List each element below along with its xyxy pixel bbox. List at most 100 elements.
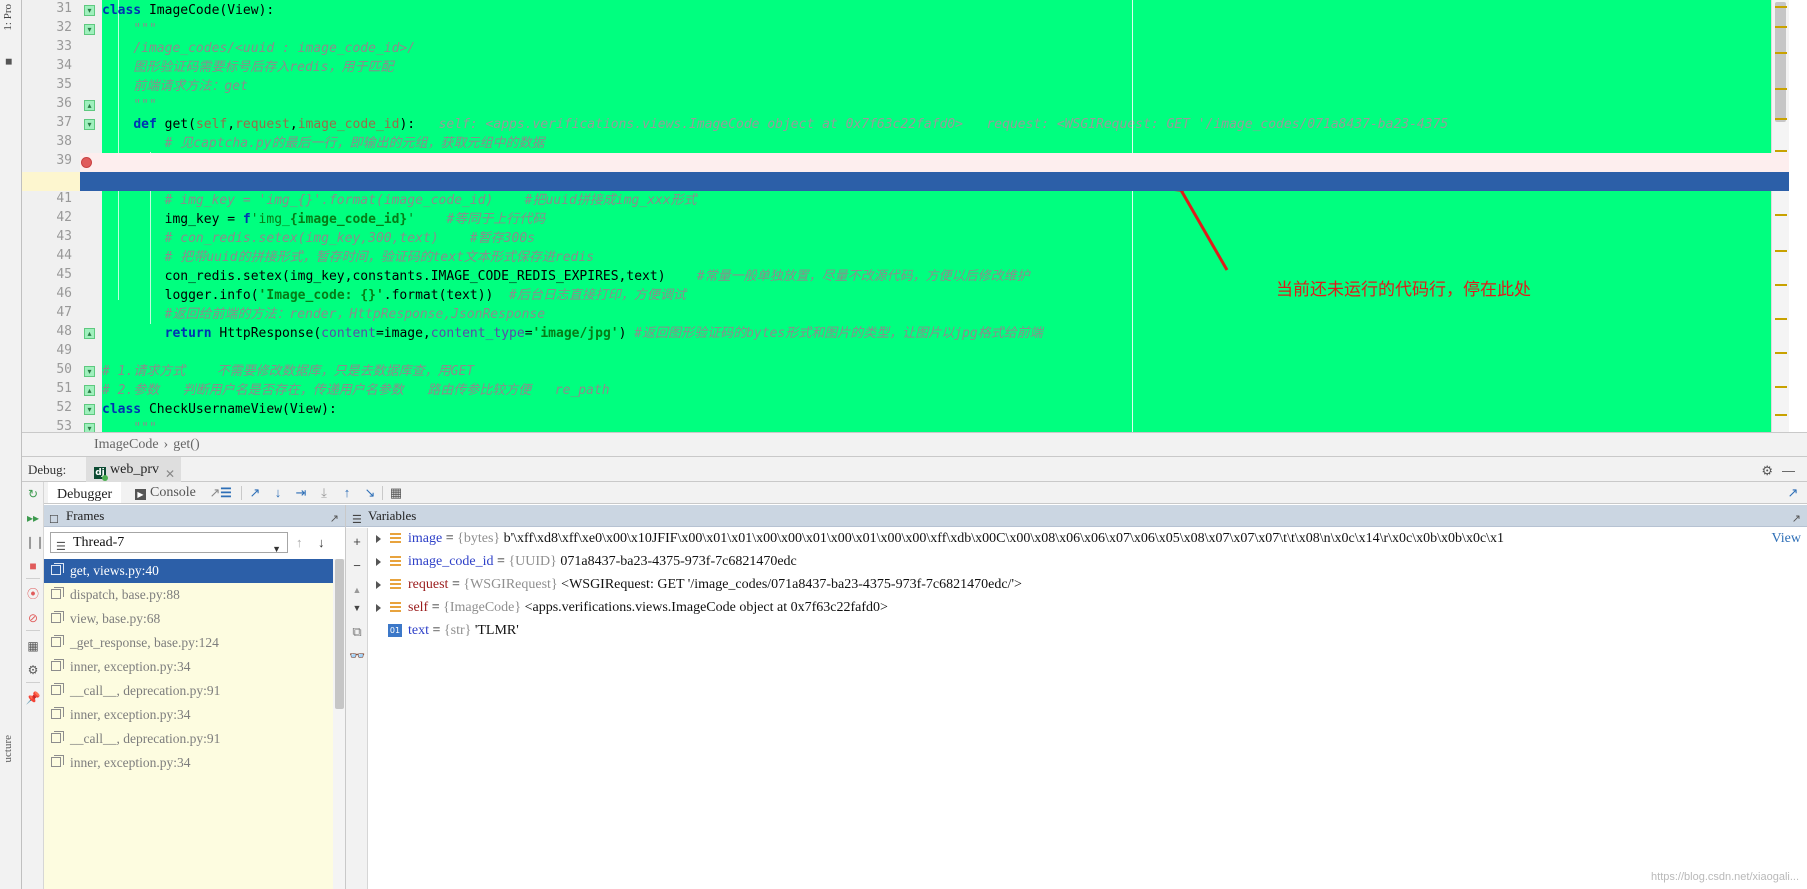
layout-icon[interactable]: ▦ bbox=[25, 638, 41, 654]
view-breakpoints-icon[interactable]: ⦿ bbox=[25, 586, 41, 602]
frame-list-item-label: get, views.py:40 bbox=[70, 563, 159, 578]
breadcrumb[interactable]: ImageCode › get() bbox=[22, 432, 1807, 456]
minimize-icon[interactable]: — bbox=[1782, 463, 1795, 478]
frame-list-item[interactable]: dispatch, base.py:88 bbox=[44, 583, 333, 607]
pin-icon[interactable]: 📌 bbox=[25, 690, 41, 706]
expand-arrow-icon[interactable] bbox=[376, 581, 381, 589]
frames-scrollbar[interactable] bbox=[333, 559, 345, 889]
show-execution-point-icon[interactable]: ↗ bbox=[247, 485, 263, 501]
evaluate-expression-icon[interactable]: ▦ bbox=[388, 485, 404, 501]
expand-arrow-icon[interactable] bbox=[376, 535, 381, 543]
code-editor[interactable]: 3132333435363738394041424344454647484950… bbox=[22, 0, 1789, 432]
pause-program-icon[interactable]: ❙❙ bbox=[25, 534, 45, 550]
frame-list-item[interactable]: view, base.py:68 bbox=[44, 607, 333, 631]
code-line[interactable]: """ bbox=[102, 419, 156, 432]
watermark: https://blog.csdn.net/xiaogali... bbox=[1651, 871, 1799, 883]
fold-toggle-icon[interactable]: ▾ bbox=[84, 404, 95, 415]
stop-icon[interactable]: ■ bbox=[25, 558, 41, 574]
fold-toggle-icon[interactable]: ▾ bbox=[84, 366, 95, 377]
code-line[interactable]: # con_redis.setex(img_key,300,text) #暂存3… bbox=[102, 229, 535, 248]
expand-arrow-icon[interactable] bbox=[376, 604, 381, 612]
move-up-icon[interactable]: ▲ bbox=[349, 582, 365, 598]
editor-scrollbar-thumb[interactable] bbox=[1775, 2, 1786, 122]
thread-icon: ☰ bbox=[56, 541, 66, 553]
expand-debugger-icon[interactable]: ↗ bbox=[1785, 485, 1801, 501]
step-over-icon[interactable]: ↓ bbox=[270, 485, 286, 501]
debug-session-tab[interactable]: dj web_prv ✕ bbox=[86, 457, 181, 482]
expand-arrow-icon[interactable] bbox=[376, 558, 381, 566]
step-out-icon[interactable]: ↑ bbox=[339, 485, 355, 501]
fold-toggle-icon[interactable]: ▴ bbox=[84, 100, 95, 111]
fold-toggle-icon[interactable]: ▴ bbox=[84, 328, 95, 339]
frame-list-item[interactable]: __call__, deprecation.py:91 bbox=[44, 679, 333, 703]
gear-icon[interactable]: ⚙ bbox=[1761, 463, 1773, 479]
variable-row[interactable]: image = {bytes} b'\xff\xd8\xff\xe0\x00\x… bbox=[368, 527, 1807, 550]
code-line[interactable]: class ImageCode(View): bbox=[102, 1, 274, 20]
variable-row[interactable]: image_code_id = {UUID} 071a8437-ba23-437… bbox=[368, 550, 1807, 573]
rerun-icon[interactable]: ↻ bbox=[25, 486, 41, 502]
frame-list-item[interactable]: inner, exception.py:34 bbox=[44, 751, 333, 775]
frames-list[interactable]: get, views.py:40 dispatch, base.py:88 view… bbox=[44, 559, 333, 889]
fold-toggle-icon[interactable]: ▾ bbox=[84, 5, 95, 16]
fold-toggle-icon[interactable]: ▾ bbox=[84, 24, 95, 35]
thread-select[interactable]: ☰ Thread-7 ▼ bbox=[50, 532, 288, 554]
code-line[interactable]: """ bbox=[102, 20, 156, 39]
variable-row[interactable]: self = {ImageCode} <apps.verifications.v… bbox=[368, 596, 1807, 619]
frame-list-item[interactable]: get, views.py:40 bbox=[44, 559, 333, 583]
view-link[interactable]: View bbox=[1772, 527, 1801, 550]
remove-watch-icon[interactable]: − bbox=[349, 558, 365, 574]
chevron-down-icon[interactable]: ▼ bbox=[272, 539, 281, 559]
mute-breakpoints-icon[interactable]: ☰ bbox=[218, 485, 234, 501]
settings-icon[interactable]: ⚙ bbox=[25, 662, 41, 678]
tab-console[interactable]: ▶ Console bbox=[126, 482, 205, 503]
code-line[interactable]: 图形验证码需要标号后存入redis，用于匹配 bbox=[102, 58, 393, 77]
frames-scrollbar-thumb[interactable] bbox=[335, 559, 344, 709]
code-line[interactable]: 前端请求方法：get bbox=[102, 77, 247, 96]
add-watch-icon[interactable]: + bbox=[349, 534, 365, 550]
code-line[interactable]: def get(self,request,image_code_id): sel… bbox=[102, 115, 1448, 134]
fold-toggle-icon[interactable]: ▾ bbox=[84, 423, 95, 432]
frame-list-item[interactable]: inner, exception.py:34 bbox=[44, 655, 333, 679]
inspect-icon[interactable]: 👓 bbox=[349, 648, 365, 664]
code-line[interactable]: con_redis.setex(img_key,constants.IMAGE_… bbox=[102, 267, 1030, 286]
fold-toggle-icon[interactable]: ▴ bbox=[84, 385, 95, 396]
variable-row[interactable]: request = {WSGIRequest} <WSGIRequest: GE… bbox=[368, 573, 1807, 596]
variable-row[interactable]: 01 text = {str} 'TLMR' bbox=[368, 619, 1807, 642]
copy-icon[interactable]: ⧉ bbox=[349, 624, 365, 640]
tab-debugger[interactable]: Debugger bbox=[48, 482, 122, 503]
code-line[interactable]: # 把带uuid的拼接形式，暂存时间，验证码的text文本形式保存进redis bbox=[102, 248, 594, 267]
breakpoint-icon[interactable] bbox=[81, 157, 92, 168]
force-step-into-icon[interactable]: ⤓ bbox=[316, 485, 332, 501]
code-line[interactable]: logger.info('Image_code: {}'.format(text… bbox=[102, 286, 686, 305]
move-down-icon[interactable]: ▼ bbox=[349, 600, 365, 616]
mute-breakpoints-icon[interactable]: ⊘ bbox=[25, 610, 41, 626]
editor-vertical-scrollbar[interactable] bbox=[1771, 0, 1789, 432]
code-line[interactable]: # 1.请求方式 不需要修改数据库，只是去数据库查，用GET bbox=[102, 362, 474, 381]
sidebar-tab-structure[interactable]: ucture bbox=[2, 735, 14, 762]
code-line[interactable]: /image_codes/<uuid : image_code_id>/ bbox=[102, 39, 415, 58]
code-line[interactable]: """ bbox=[102, 96, 156, 115]
code-line[interactable]: class CheckUsernameView(View): bbox=[102, 400, 337, 419]
code-line[interactable]: #返回给前端的方法：render，HttpResponse,JsonRespon… bbox=[102, 305, 545, 324]
frame-up-icon[interactable]: ↑ bbox=[296, 535, 303, 550]
run-to-cursor-icon[interactable]: ↘ bbox=[362, 485, 378, 501]
frame-list-item[interactable]: inner, exception.py:34 bbox=[44, 703, 333, 727]
code-line[interactable]: # 见captcha.py的最后一行，即输出的元组，获取元组中的数据 bbox=[102, 134, 545, 153]
breadcrumb-item-method[interactable]: get() bbox=[173, 437, 199, 452]
breadcrumb-item-class[interactable]: ImageCode bbox=[94, 437, 159, 452]
frame-down-icon[interactable]: ↓ bbox=[318, 535, 325, 550]
sidebar-tab-project[interactable]: 1: Pro bbox=[2, 4, 14, 31]
code-line[interactable]: img_key = f'img_{image_code_id}' #等同于上行代… bbox=[102, 210, 546, 229]
code-line[interactable]: # 2.参数 判断用户名是否存在，传递用户名参数 路由传参比较方便 re_pat… bbox=[102, 381, 610, 400]
expand-icon[interactable]: ↗ bbox=[330, 508, 339, 530]
code-line[interactable]: return HttpResponse(content=image,conten… bbox=[102, 324, 1043, 343]
variables-list[interactable]: image = {bytes} b'\xff\xd8\xff\xe0\x00\x… bbox=[368, 527, 1807, 889]
frame-list-item[interactable]: _get_response, base.py:124 bbox=[44, 631, 333, 655]
code-line[interactable]: # img_key = 'img_{}'.format(image_code_i… bbox=[102, 191, 697, 210]
frame-list-item[interactable]: __call__, deprecation.py:91 bbox=[44, 727, 333, 751]
editor-gutter[interactable]: 3132333435363738394041424344454647484950… bbox=[22, 0, 80, 432]
resume-program-icon[interactable]: ▸▸ bbox=[25, 510, 41, 526]
step-into-icon[interactable]: ⇥ bbox=[293, 485, 309, 501]
editor-code-area[interactable]: class ImageCode(View): """ /image_codes/… bbox=[102, 0, 1789, 432]
fold-toggle-icon[interactable]: ▾ bbox=[84, 119, 95, 130]
